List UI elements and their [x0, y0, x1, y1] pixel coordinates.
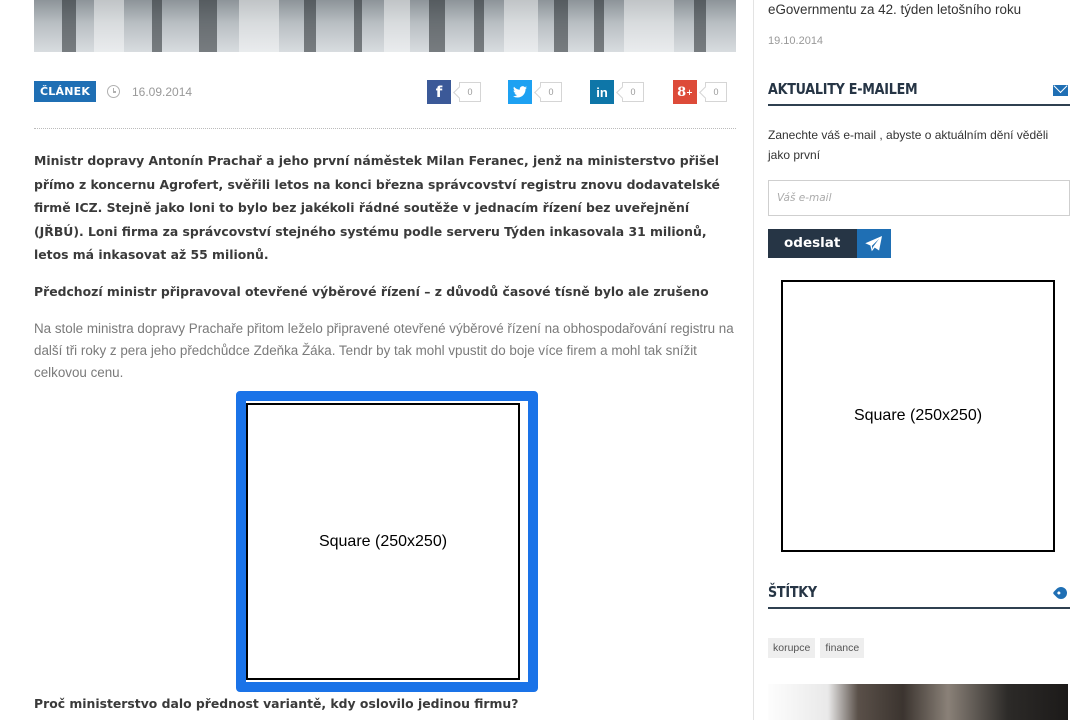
article-subheading: Předchozí ministr připravoval otevřené v… [34, 284, 709, 299]
sidebar-article-image[interactable] [768, 684, 1068, 720]
paper-plane-icon [857, 229, 891, 258]
share-count: 0 [540, 82, 562, 102]
article-subheading: Proč ministerstvo dalo přednost variantě… [34, 696, 519, 711]
article-hero-image [34, 0, 736, 52]
share-linkedin[interactable]: in 0 [590, 80, 644, 104]
article-paragraph: Na stole ministra dopravy Prachaře přito… [34, 321, 734, 380]
share-count: 0 [459, 82, 481, 102]
email-input[interactable] [768, 180, 1070, 216]
article-type-badge[interactable]: ČLÁNEK [34, 81, 97, 102]
tag-list: korupce finance [768, 638, 865, 658]
google-plus-icon[interactable]: 8 + [673, 80, 697, 104]
ad-square-sidebar[interactable]: Square (250x250) [781, 280, 1055, 552]
sidebar-news-item-title[interactable]: eGovernmentu za 42. týden letošního roku [768, 1, 1073, 19]
submit-email-button[interactable]: odeslat [768, 229, 891, 258]
share-count: 0 [705, 82, 727, 102]
sidebar-news-item-date: 19.10.2014 [768, 35, 824, 47]
sidebar-divider [753, 0, 754, 720]
tag-icon [1052, 584, 1070, 602]
share-facebook[interactable]: f 0 [427, 80, 481, 104]
article-date: 16.09.2014 [132, 85, 193, 99]
newsletter-title: AKTUALITY E-MAILEM [768, 80, 918, 98]
twitter-icon[interactable] [508, 80, 532, 104]
share-twitter[interactable]: 0 [508, 80, 562, 104]
tag-korupce[interactable]: korupce [768, 638, 816, 658]
submit-label: odeslat [768, 229, 857, 258]
ad-square-article[interactable]: Square (250x250) [246, 403, 520, 680]
share-googleplus[interactable]: 8 + 0 [673, 80, 727, 104]
tags-heading: ŠTÍTKY [768, 581, 1070, 609]
envelope-icon [1053, 85, 1068, 96]
ad-label: Square (250x250) [853, 407, 983, 424]
ad-label: Square (250x250) [318, 532, 448, 550]
facebook-icon[interactable]: f [427, 80, 451, 104]
divider [34, 128, 736, 129]
newsletter-heading: AKTUALITY E-MAILEM [768, 78, 1070, 106]
linkedin-icon[interactable]: in [590, 80, 614, 104]
article-lead: Ministr dopravy Antonín Prachař a jeho p… [34, 153, 720, 262]
newsletter-description: Zanechte váš e-mail , abyste o aktuálním… [768, 128, 1049, 162]
tags-title: ŠTÍTKY [768, 583, 817, 601]
article-meta: ČLÁNEK 16.09.2014 f 0 0 in 0 8 + 0 [34, 80, 736, 104]
tag-finance[interactable]: finance [820, 638, 865, 658]
clock-icon [107, 85, 120, 98]
share-count: 0 [622, 82, 644, 102]
